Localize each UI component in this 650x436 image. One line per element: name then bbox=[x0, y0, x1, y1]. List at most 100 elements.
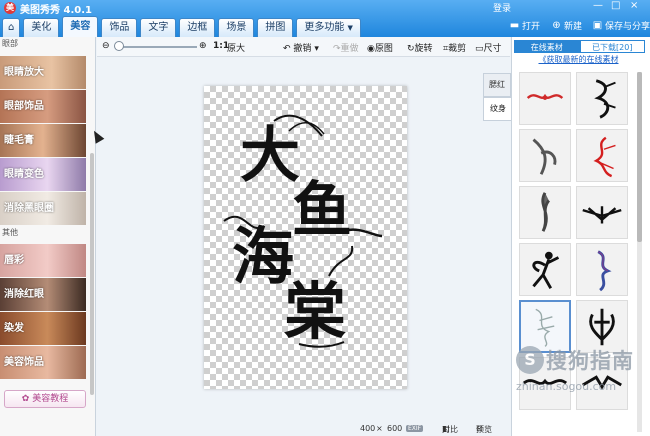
feature-eye-accessory[interactable]: 眼部饰品 bbox=[0, 90, 86, 123]
rotate-label: 旋转 bbox=[414, 44, 433, 54]
resize-button[interactable]: ▭尺寸 bbox=[475, 41, 502, 54]
open-label: 打开 bbox=[522, 22, 541, 32]
calligraphy-char: 鱼 bbox=[292, 176, 352, 246]
material-tabs: 在线素材 已下载[20] bbox=[514, 40, 645, 53]
thumbnail-blue-dragon[interactable] bbox=[576, 243, 628, 296]
save-label: 保存与分享 bbox=[605, 22, 650, 32]
size-separator: × bbox=[376, 424, 383, 433]
scrollbar-thumb[interactable] bbox=[637, 72, 642, 242]
feature-label: 消除黑眼圈 bbox=[4, 203, 54, 214]
compare-label: 对比 bbox=[442, 425, 458, 434]
tab-downloaded[interactable]: 已下载[20] bbox=[579, 40, 645, 53]
crop-button[interactable]: ⌗裁剪 bbox=[443, 41, 466, 54]
left-panel: 眼部 眼睛放大 眼部饰品 睫毛膏 眼睛变色 消除黑眼圈 其他 唇彩 消除红眼 染… bbox=[0, 37, 96, 436]
plus-icon: ⊕ bbox=[552, 20, 561, 31]
feature-label: 美容饰品 bbox=[4, 357, 44, 368]
tab-accessories[interactable]: 饰品 bbox=[101, 18, 138, 37]
original-image-label: 原图 bbox=[374, 44, 393, 54]
exif-badge[interactable]: EXIF bbox=[406, 425, 424, 432]
tutorial-label: 美容教程 bbox=[32, 394, 69, 404]
feature-label: 消除红眼 bbox=[4, 289, 44, 300]
edit-toolbar: ⊖ ⊕ 1:1 原大 ↶ 撤销 ▾ ↷重做 ◉原图 ↻旋转 ⌗裁剪 ▭尺寸 bbox=[97, 37, 510, 57]
thumbnail-tribal-red-wing[interactable] bbox=[519, 72, 571, 125]
undo-button[interactable]: ↶ 撤销 ▾ bbox=[283, 41, 319, 54]
main-tabs: ⌂ 美化 美容 饰品 文字 边框 场景 拼图 更多功能 ▼ bbox=[2, 16, 361, 37]
feature-eye-color[interactable]: 眼睛变色 bbox=[0, 158, 86, 191]
section-other-label: 其他 bbox=[2, 228, 18, 237]
folder-icon: ▬ bbox=[509, 20, 520, 31]
feature-hair-dye[interactable]: 染发 bbox=[0, 312, 86, 345]
home-icon: ⌂ bbox=[8, 22, 15, 33]
resize-label: 尺寸 bbox=[483, 44, 502, 54]
new-button[interactable]: ⊕ 新建 bbox=[551, 19, 582, 32]
side-tab-tattoo[interactable]: 纹身 bbox=[483, 97, 513, 121]
thumbnail-grey-phoenix[interactable] bbox=[519, 129, 571, 182]
watermark-text: 搜狗指南 bbox=[546, 349, 634, 373]
rotate-icon: ↻ bbox=[407, 44, 415, 54]
canvas-area[interactable]: 大 鱼 海 棠 bbox=[97, 58, 482, 424]
redo-label: 重做 bbox=[340, 44, 359, 54]
original-size-button[interactable]: 原大 bbox=[227, 41, 245, 54]
get-latest-materials-link[interactable]: 《获取最新的在线素材 bbox=[512, 54, 645, 65]
feature-mascara[interactable]: 睫毛膏 bbox=[0, 124, 86, 157]
app-logo-icon: 美 bbox=[4, 2, 16, 14]
maximize-button[interactable]: □ bbox=[611, 1, 620, 11]
crop-label: 裁剪 bbox=[448, 44, 467, 54]
section-eyes-label: 眼部 bbox=[2, 39, 18, 48]
minimize-button[interactable]: — bbox=[593, 1, 603, 11]
left-scrollbar[interactable] bbox=[90, 153, 94, 395]
thumbnail-black-tribal-crest[interactable] bbox=[576, 186, 628, 239]
feature-label: 睫毛膏 bbox=[4, 135, 34, 146]
rotate-button[interactable]: ↻旋转 bbox=[407, 41, 433, 54]
redo-button[interactable]: ↷重做 bbox=[333, 41, 359, 54]
tutorial-icon: ✿ bbox=[21, 394, 30, 404]
tab-home[interactable]: ⌂ bbox=[2, 18, 21, 37]
undo-label: 撤销 bbox=[293, 44, 312, 54]
sogou-watermark: S 搜狗指南 zhinan.sogou.com bbox=[516, 336, 646, 393]
feature-eye-enlarge[interactable]: 眼睛放大 bbox=[0, 56, 86, 89]
login-link[interactable]: 登录 bbox=[493, 1, 511, 14]
zoom-in-icon[interactable]: ⊕ bbox=[199, 41, 207, 51]
tab-scene[interactable]: 场景 bbox=[218, 18, 255, 37]
new-label: 新建 bbox=[564, 22, 583, 32]
image-canvas[interactable]: 大 鱼 海 棠 bbox=[204, 86, 407, 389]
save-share-button[interactable]: ▣ 保存与分享 bbox=[592, 19, 650, 32]
original-image-button[interactable]: ◉原图 bbox=[367, 41, 393, 54]
thumbnail-grey-flame[interactable] bbox=[519, 186, 571, 239]
thumbnail-fairy-silhouette[interactable] bbox=[519, 243, 571, 296]
tab-text[interactable]: 文字 bbox=[140, 18, 177, 37]
thumbnail-black-dragon[interactable] bbox=[576, 72, 628, 125]
tab-collage[interactable]: 拼图 bbox=[257, 18, 294, 37]
original-image-icon: ◉ bbox=[367, 44, 375, 54]
feature-beauty-accessory[interactable]: 美容饰品 bbox=[0, 346, 86, 379]
tab-beauty[interactable]: 美容 bbox=[62, 16, 99, 37]
watermark-url: zhinan.sogou.com bbox=[516, 380, 617, 393]
redo-icon: ↷ bbox=[333, 44, 341, 54]
title-bar: 美 美图秀秀 4.0.1 登录 — □ × ⌂ 美化 美容 饰品 文字 边框 场… bbox=[0, 0, 650, 37]
sogou-logo-icon: S bbox=[516, 346, 544, 374]
preview-label: 预览 bbox=[476, 425, 492, 434]
tab-frame[interactable]: 边框 bbox=[179, 18, 216, 37]
tab-online-materials[interactable]: 在线素材 bbox=[514, 40, 580, 53]
app-title: 美图秀秀 4.0.1 bbox=[20, 5, 92, 16]
save-icon: ▣ bbox=[592, 20, 603, 31]
feature-remove-dark-circles[interactable]: 消除黑眼圈 bbox=[0, 192, 86, 225]
chevron-down-icon: ▾ bbox=[314, 44, 319, 54]
zoom-slider-knob[interactable] bbox=[114, 41, 124, 51]
zoom-slider[interactable] bbox=[117, 46, 197, 48]
feature-remove-red-eye[interactable]: 消除红眼 bbox=[0, 278, 86, 311]
open-button[interactable]: ▬ 打开 bbox=[509, 19, 540, 32]
image-width: 400 bbox=[360, 424, 376, 433]
feature-lip-gloss[interactable]: 唇彩 bbox=[0, 244, 86, 277]
zoom-out-icon[interactable]: ⊖ bbox=[102, 41, 110, 51]
tab-more-features[interactable]: 更多功能 ▼ bbox=[296, 18, 361, 37]
status-bar: 400 × 600 EXIF ◧ 对比 ⊡ 预览 bbox=[97, 424, 510, 436]
thumbnail-red-phoenix[interactable] bbox=[576, 129, 628, 182]
calligraphy-char: 棠 bbox=[284, 275, 347, 348]
side-tab-blush[interactable]: 腮红 bbox=[483, 73, 511, 97]
close-button[interactable]: × bbox=[630, 1, 638, 11]
beauty-tutorial-button[interactable]: ✿ 美容教程 bbox=[4, 390, 86, 408]
feature-label: 唇彩 bbox=[4, 255, 24, 266]
tab-beautify[interactable]: 美化 bbox=[23, 18, 60, 37]
chevron-down-icon: ▼ bbox=[347, 24, 353, 32]
